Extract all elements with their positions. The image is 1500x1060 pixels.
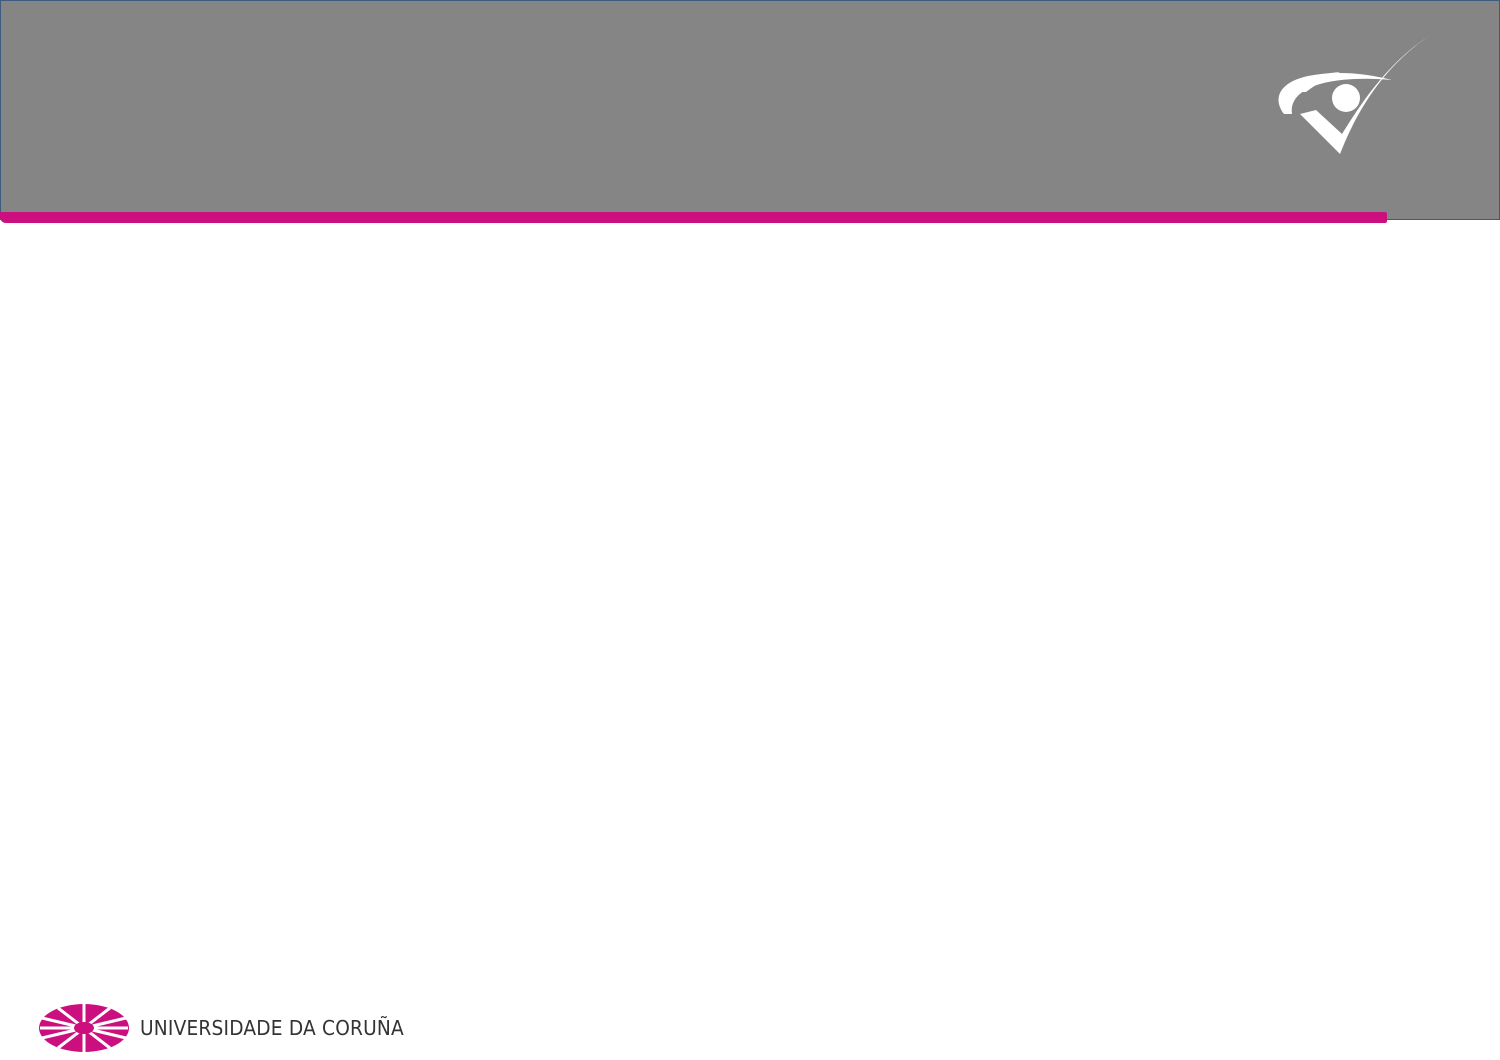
university-emblem-icon bbox=[38, 1002, 130, 1054]
institution-name: UNIVERSIDADE DA CORUÑA bbox=[140, 1016, 404, 1040]
university-logo: UNIVERSIDADE DA CORUÑA bbox=[38, 1000, 424, 1056]
slide-content-area bbox=[0, 224, 1500, 994]
eye-check-icon bbox=[1270, 28, 1440, 160]
accent-line bbox=[0, 212, 1387, 223]
